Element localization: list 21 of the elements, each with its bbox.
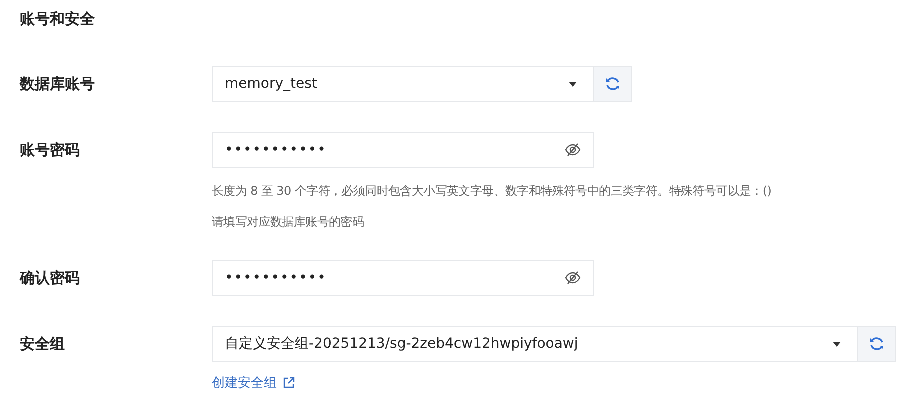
refresh-icon <box>868 336 884 352</box>
external-link-icon <box>283 377 295 389</box>
refresh-icon <box>604 76 620 92</box>
field-label: 账号密码 <box>20 140 81 161</box>
field-label: 数据库账号 <box>20 74 96 95</box>
eye-slash-icon <box>565 271 581 285</box>
password-field[interactable]: ••••••••••• <box>212 132 594 168</box>
field-label: 安全组 <box>20 334 66 355</box>
caret-icon <box>569 82 577 86</box>
refresh-button[interactable] <box>594 66 632 102</box>
password-field[interactable]: ••••••••••• <box>212 260 594 296</box>
field-label: 确认密码 <box>20 268 81 289</box>
hint-text: 长度为 8 至 30 个字符，必须同时包含大小写英文字母、数字和特殊符号中的三类字符。特殊符号可以是：() <box>212 183 773 199</box>
caret-icon <box>833 342 841 346</box>
hint-text: 请填写对应数据库账号的密码 <box>212 214 366 230</box>
section-title: 账号和安全 <box>20 9 96 30</box>
refresh-button[interactable] <box>858 326 896 362</box>
select-field[interactable]: 自定义安全组-20251213/sg-2zeb4cw12hwpiyfooawj <box>212 326 858 362</box>
select-field[interactable]: memory_test <box>212 66 594 102</box>
create-link[interactable]: 创建安全组 <box>212 374 295 392</box>
eye-slash-icon <box>565 143 581 157</box>
